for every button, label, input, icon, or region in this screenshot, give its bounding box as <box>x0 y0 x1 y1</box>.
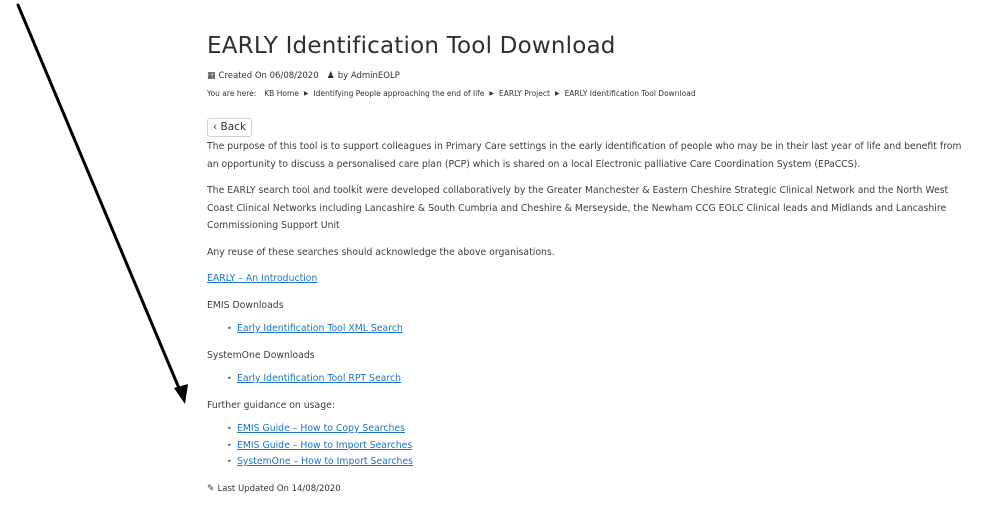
triangle-right-icon: ▶ <box>303 90 309 97</box>
guidance-list: EMIS Guide – How to Copy Searches EMIS G… <box>207 421 967 471</box>
further-guidance-heading: Further guidance on usage: <box>207 399 335 411</box>
list-item: EMIS Guide – How to Copy Searches <box>227 421 967 438</box>
back-button[interactable]: ‹ Back <box>207 118 253 137</box>
author: by AdminEOLP <box>337 71 400 81</box>
list-item: SystemOne – How to Import Searches <box>227 454 967 471</box>
breadcrumb: You are here: KB Home ▶ Identifying Peop… <box>207 89 967 98</box>
list-item: Early Identification Tool RPT Search <box>227 371 967 388</box>
emis-xml-search-link[interactable]: Early Identification Tool XML Search <box>237 323 403 334</box>
breadcrumb-label: You are here: <box>207 89 257 98</box>
breadcrumb-item-identifying-people[interactable]: Identifying People approaching the end o… <box>314 89 485 98</box>
intro-paragraph: The purpose of this tool is to support c… <box>207 141 962 170</box>
early-introduction-link[interactable]: EARLY – An Introduction <box>207 273 317 284</box>
back-label: Back <box>220 121 247 133</box>
reuse-paragraph: Any reuse of these searches should ackno… <box>207 246 555 258</box>
emis-downloads-heading: EMIS Downloads <box>207 299 284 311</box>
systemone-rpt-search-link[interactable]: Early Identification Tool RPT Search <box>237 373 401 384</box>
article: EARLY Identification Tool Download ▦ Cre… <box>207 30 967 494</box>
systemone-downloads-list: Early Identification Tool RPT Search <box>207 371 967 388</box>
updated-date: Last Updated On 14/08/2020 <box>217 483 341 494</box>
emis-import-guide-link[interactable]: EMIS Guide – How to Import Searches <box>237 440 412 451</box>
emis-downloads-list: Early Identification Tool XML Search <box>207 321 967 338</box>
triangle-right-icon: ▶ <box>489 90 495 97</box>
list-item: Early Identification Tool XML Search <box>227 321 967 338</box>
page-title: EARLY Identification Tool Download <box>207 33 616 59</box>
list-item: EMIS Guide – How to Import Searches <box>227 438 967 455</box>
systemone-downloads-heading: SystemOne Downloads <box>207 349 315 361</box>
created-date: Created On 06/08/2020 <box>218 71 319 81</box>
edit-icon: ✎ <box>207 483 215 494</box>
emis-copy-guide-link[interactable]: EMIS Guide – How to Copy Searches <box>237 423 405 434</box>
user-icon: ♟ <box>326 71 335 81</box>
systemone-import-guide-link[interactable]: SystemOne – How to Import Searches <box>237 456 413 467</box>
chevron-left-icon: ‹ <box>213 121 218 133</box>
breadcrumb-item-current: EARLY Identification Tool Download <box>564 89 696 98</box>
article-meta: ▦ Created On 06/08/2020 ♟ by AdminEOLP <box>207 71 967 81</box>
breadcrumb-item-kb-home[interactable]: KB Home <box>264 89 299 98</box>
credits-paragraph: The EARLY search tool and toolkit were d… <box>207 185 949 231</box>
last-updated: ✎ Last Updated On 14/08/2020 <box>207 484 967 494</box>
calendar-icon: ▦ <box>207 71 216 81</box>
breadcrumb-item-early-project[interactable]: EARLY Project <box>499 89 550 98</box>
triangle-right-icon: ▶ <box>554 90 560 97</box>
article-content: The purpose of this tool is to support c… <box>207 138 967 471</box>
